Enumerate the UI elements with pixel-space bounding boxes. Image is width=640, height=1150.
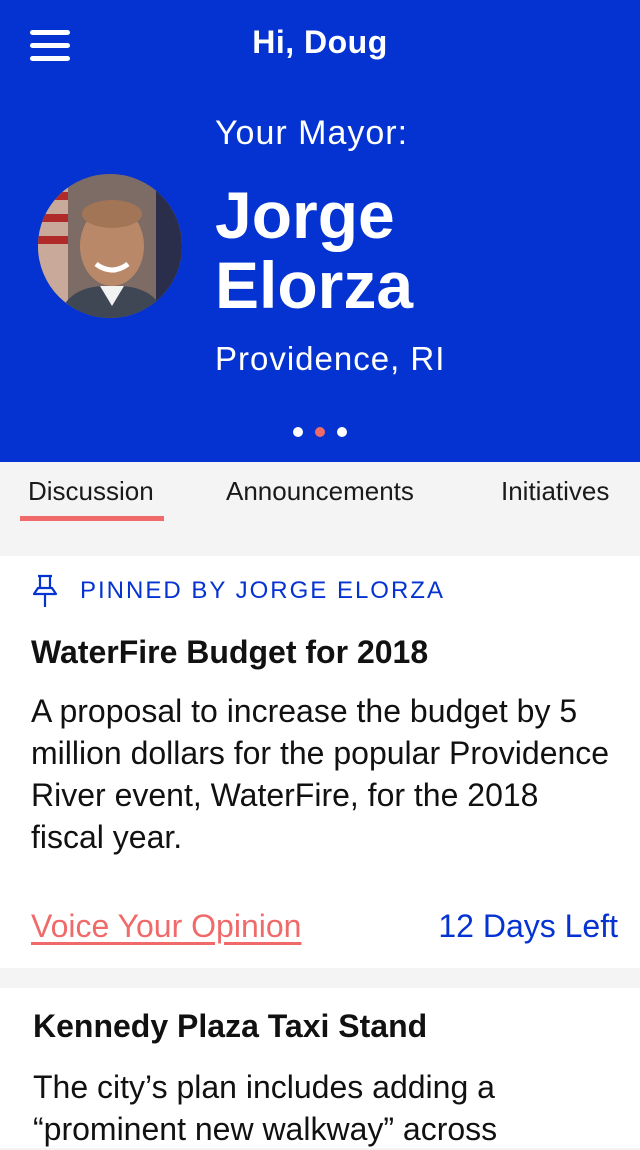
mayor-first-name: Jorge <box>215 178 395 252</box>
mayor-avatar <box>38 174 182 318</box>
pager-dot-1[interactable] <box>293 427 303 437</box>
tab-discussion[interactable]: Discussion <box>28 476 154 507</box>
pushpin-icon <box>32 574 58 607</box>
post-body: The city’s plan includes adding a “promi… <box>33 1069 498 1147</box>
post-body: A proposal to increase the budget by 5 m… <box>31 693 610 855</box>
tab-announcements[interactable]: Announcements <box>226 476 414 507</box>
pager-dots <box>0 427 640 437</box>
mayor-portrait-icon <box>38 174 182 318</box>
pager-dot-3[interactable] <box>337 427 347 437</box>
pinned-label: PINNED BY JORGE ELORZA <box>80 577 445 604</box>
days-left-label: 12 Days Left <box>438 908 618 944</box>
post-title[interactable]: WaterFire Budget for 2018 <box>31 634 428 671</box>
pager-dot-2[interactable] <box>315 427 325 437</box>
post-title[interactable]: Kennedy Plaza Taxi Stand <box>33 1008 427 1045</box>
voice-opinion-link[interactable]: Voice Your Opinion <box>31 908 301 945</box>
mayor-name: Jorge Elorza <box>215 180 615 320</box>
post-card[interactable]: PINNED BY JORGE ELORZA WaterFire Budget … <box>0 556 640 968</box>
pinned-row: PINNED BY JORGE ELORZA <box>30 574 445 608</box>
mayor-label: Your Mayor: <box>215 114 409 152</box>
mayor-header: Hi, Doug Your Mayor: Jorge Elorza Provid… <box>0 0 640 462</box>
tab-bar: Discussion Announcements Initiatives <box>0 462 640 556</box>
active-tab-indicator <box>20 516 164 521</box>
mayor-last-name: Elorza <box>215 248 414 322</box>
mayor-city: Providence, RI <box>215 340 446 377</box>
greeting-title: Hi, Doug <box>252 24 388 60</box>
post-card[interactable]: Kennedy Plaza Taxi Stand The city’s plan… <box>0 988 640 1148</box>
tab-initiatives[interactable]: Initiatives <box>501 476 609 507</box>
